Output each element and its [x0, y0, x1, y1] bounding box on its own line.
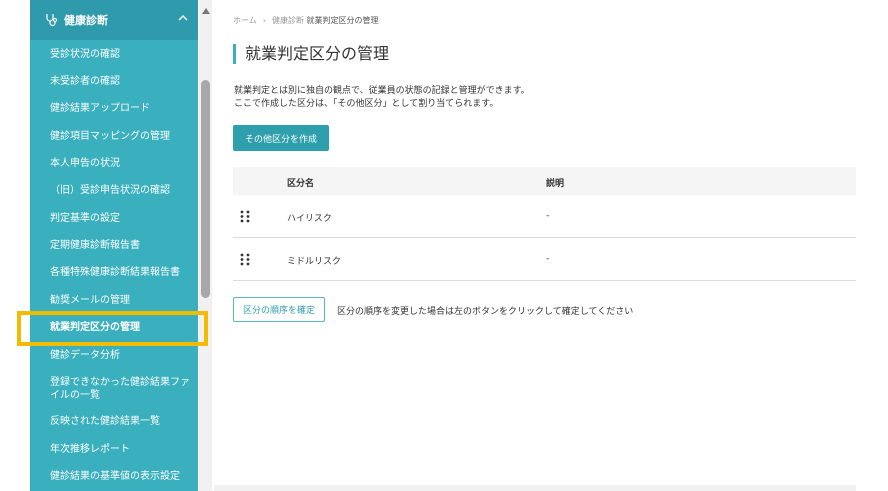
drag-handle-icon[interactable]	[240, 210, 250, 223]
row-name: ミドルリスク	[287, 257, 342, 267]
scroll-up-arrow-icon[interactable]	[202, 8, 210, 14]
sidebar-item-reflected-results[interactable]: 反映された健診結果一覧	[30, 415, 198, 428]
sidebar-item-special-report[interactable]: 各種特殊健康診断結果報告書	[30, 266, 198, 279]
sidebar-item-jushin-status[interactable]: 受診状況の確認	[30, 48, 198, 61]
sidebar-item-mijushin[interactable]: 未受診者の確認	[30, 75, 198, 88]
bottom-scroll-area	[214, 485, 856, 491]
breadcrumb: ホーム › 健康診断 就業判定区分の管理	[233, 15, 379, 26]
drag-handle-icon[interactable]	[240, 253, 250, 266]
sidebar-section-title: 健康診断	[64, 14, 108, 27]
sidebar-item-periodic-report[interactable]: 定期健康診断報告書	[30, 239, 198, 252]
stethoscope-icon	[46, 14, 58, 27]
breadcrumb-current: 就業判定区分の管理	[306, 16, 379, 25]
description-line-2: ここで作成した区分は、「その他区分」として割り当てられます。	[234, 99, 499, 109]
breadcrumb-separator: ›	[262, 16, 266, 25]
sidebar-item-analysis[interactable]: 健診データ分析	[30, 349, 198, 362]
row-name: ハイリスク	[287, 214, 332, 224]
category-table: 区分名 説明 ハイリスク - ミドルリスク -	[233, 167, 856, 281]
page-title: 就業判定区分の管理	[233, 44, 389, 64]
header-name: 区分名	[287, 179, 315, 189]
sidebar-item-self-report[interactable]: 本人申告の状況	[30, 157, 198, 170]
sidebar-item-failed-files[interactable]: 登録できなかった健診結果ファイルの一覧	[30, 376, 198, 402]
highlight-box	[17, 311, 208, 346]
row-description: -	[546, 254, 550, 264]
sidebar-section-header[interactable]: 健康診断	[30, 0, 198, 40]
sidebar-item-criteria[interactable]: 判定基準の設定	[30, 212, 198, 225]
sidebar-item-old-report[interactable]: （旧）受診申告状況の確認	[30, 184, 198, 197]
create-category-button[interactable]: その他区分を作成	[233, 125, 329, 151]
header-description: 説明	[546, 179, 565, 189]
sidebar-item-annual-report[interactable]: 年次推移レポート	[30, 443, 198, 456]
sidebar-item-reference-values[interactable]: 健診結果の基準値の表示設定	[30, 470, 198, 483]
confirm-order-button[interactable]: 区分の順序を確定	[233, 297, 325, 322]
confirm-order-note: 区分の順序を変更した場合は左のボタンをクリックして確定してください	[337, 307, 634, 317]
table-header: 区分名 説明	[233, 167, 856, 195]
page-description: 就業判定とは別に独自の観点で、従業員の状態の記録と管理ができます。 ここで作成し…	[234, 85, 530, 111]
sidebar-item-mail[interactable]: 勧奨メールの管理	[30, 294, 198, 307]
description-line-1: 就業判定とは別に独自の観点で、従業員の状態の記録と管理ができます。	[234, 86, 530, 96]
chevron-up-icon[interactable]	[178, 14, 188, 22]
table-row[interactable]: ミドルリスク -	[233, 238, 856, 281]
sidebar-item-mapping[interactable]: 健診項目マッピングの管理	[30, 130, 198, 143]
breadcrumb-home[interactable]: ホーム	[233, 16, 257, 25]
table-row[interactable]: ハイリスク -	[233, 195, 856, 238]
row-description: -	[546, 211, 550, 221]
sidebar-scrollbar-thumb[interactable]	[201, 80, 210, 298]
sidebar: 健康診断 受診状況の確認 未受診者の確認 健診結果アップロード 健診項目マッピン…	[30, 0, 198, 491]
breadcrumb-parent[interactable]: 健康診断	[272, 16, 304, 25]
sidebar-item-result-upload[interactable]: 健診結果アップロード	[30, 102, 198, 115]
